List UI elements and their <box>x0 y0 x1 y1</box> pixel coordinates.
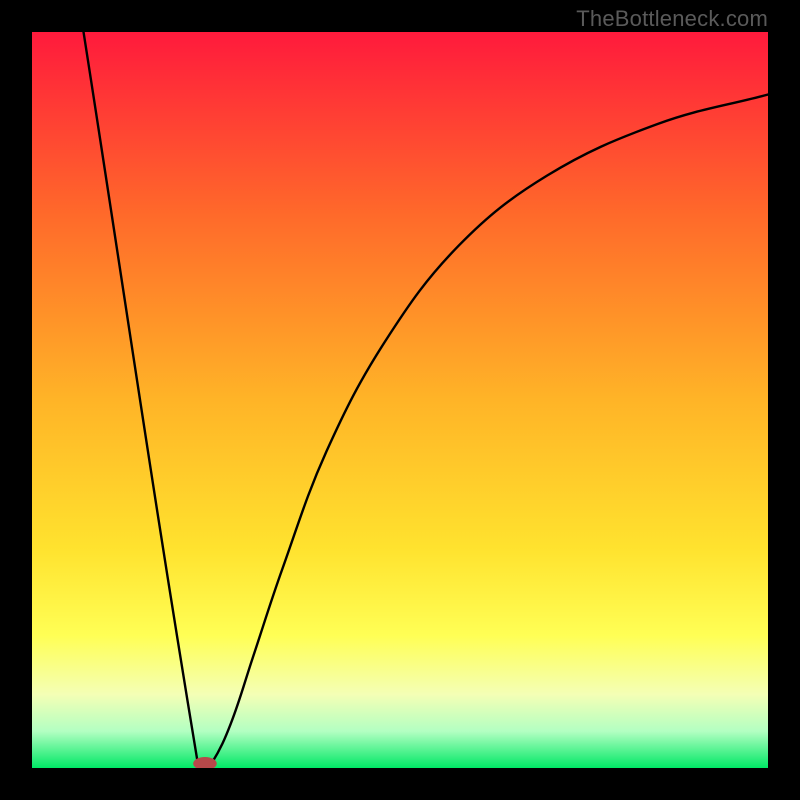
chart-frame: TheBottleneck.com <box>0 0 800 800</box>
gradient-background <box>32 32 768 768</box>
watermark-text: TheBottleneck.com <box>576 6 768 32</box>
plot-area <box>32 32 768 768</box>
bottleneck-curve-chart <box>32 32 768 768</box>
